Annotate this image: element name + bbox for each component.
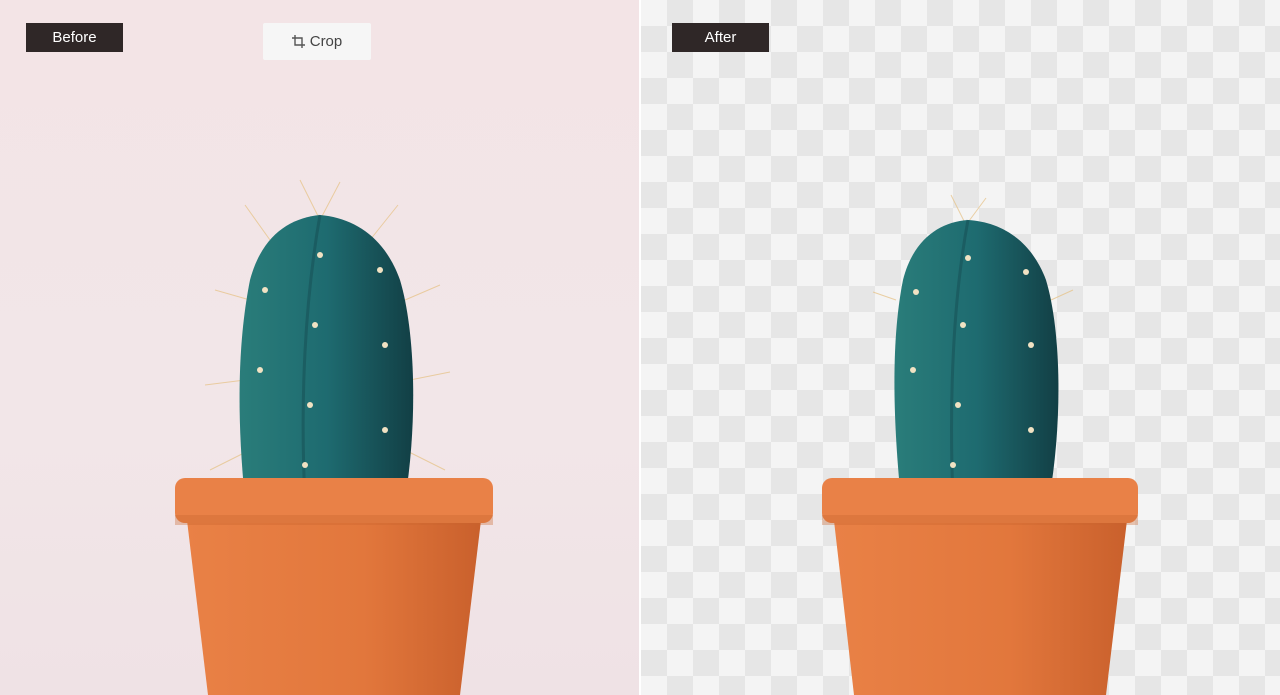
after-label: After <box>672 23 769 52</box>
before-label: Before <box>26 23 123 52</box>
crop-icon <box>291 35 305 48</box>
crop-button-label: Crop <box>309 33 343 50</box>
cactus-in-pot-image <box>175 179 493 695</box>
cactus-cutout-image <box>822 194 1138 695</box>
before-image-panel: Before Crop <box>0 0 639 695</box>
after-image-panel: After <box>641 0 1280 695</box>
crop-button[interactable]: Crop <box>263 23 371 60</box>
